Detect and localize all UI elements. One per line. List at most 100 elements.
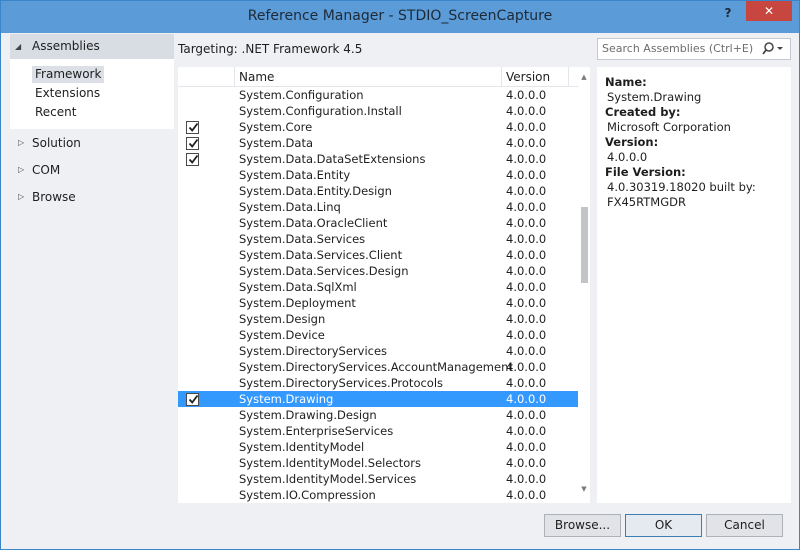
assembly-version: 4.0.0.0 — [506, 200, 547, 214]
table-row[interactable]: System.Data.Entity.Design 4.0.0.0 — [178, 183, 578, 199]
assembly-version: 4.0.0.0 — [506, 136, 547, 150]
reference-checkbox[interactable] — [186, 441, 199, 454]
reference-checkbox[interactable] — [186, 265, 199, 278]
nav-item-recent[interactable]: Recent — [32, 104, 79, 121]
assembly-version: 4.0.0.0 — [506, 376, 547, 390]
reference-checkbox[interactable] — [186, 201, 199, 214]
table-row[interactable]: System.Drawing.Design 4.0.0.0 — [178, 407, 578, 423]
nav-item-framework[interactable]: Framework — [32, 66, 105, 83]
nav-item-solution[interactable]: ▷ Solution — [10, 133, 174, 153]
assembly-version: 4.0.0.0 — [506, 104, 547, 118]
table-row[interactable]: System.Deployment 4.0.0.0 — [178, 295, 578, 311]
column-header-name[interactable]: Name — [235, 67, 501, 87]
table-row[interactable]: System.Configuration.Install 4.0.0.0 — [178, 103, 578, 119]
reference-checkbox[interactable] — [186, 185, 199, 198]
assembly-name: System.Device — [239, 328, 325, 342]
table-row[interactable]: System.Data.Linq 4.0.0.0 — [178, 199, 578, 215]
table-row[interactable]: System.Core 4.0.0.0 — [178, 119, 578, 135]
search-assemblies-input[interactable]: Search Assemblies (Ctrl+E) — [597, 38, 791, 60]
table-row[interactable]: System.Data.OracleClient 4.0.0.0 — [178, 215, 578, 231]
scrollbar-thumb[interactable] — [581, 207, 588, 283]
reference-checkbox[interactable] — [186, 425, 199, 438]
reference-checkbox[interactable] — [186, 393, 199, 406]
assembly-name: System.Drawing.Design — [239, 408, 377, 422]
reference-checkbox[interactable] — [186, 297, 199, 310]
expand-triangle-icon: ▷ — [18, 138, 25, 147]
nav-item-extensions[interactable]: Extensions — [32, 85, 103, 102]
assembly-name: System.Data.Services.Design — [239, 264, 409, 278]
nav-item-assemblies[interactable]: ◢ Assemblies — [10, 34, 174, 59]
table-row[interactable]: System.Data.SqlXml 4.0.0.0 — [178, 279, 578, 295]
reference-checkbox[interactable] — [186, 409, 199, 422]
table-row[interactable]: System.IdentityModel.Selectors 4.0.0.0 — [178, 455, 578, 471]
cancel-button[interactable]: Cancel — [706, 514, 783, 537]
table-row[interactable]: System.Drawing 4.0.0.0 — [178, 391, 578, 407]
table-row[interactable]: System.Data 4.0.0.0 — [178, 135, 578, 151]
table-row[interactable]: System.IdentityModel.Services 4.0.0.0 — [178, 471, 578, 487]
scroll-up-arrow-icon[interactable]: ▲ — [580, 73, 588, 81]
assembly-version: 4.0.0.0 — [506, 248, 547, 262]
reference-checkbox[interactable] — [186, 217, 199, 230]
close-button[interactable]: ✕ — [746, 1, 792, 21]
left-navigation: ◢ Assemblies Framework Extensions Recent… — [10, 33, 174, 504]
table-body: System.Configuration 4.0.0.0 System.Config… — [178, 87, 578, 503]
assembly-name: System.Data.OracleClient — [239, 216, 388, 230]
reference-checkbox[interactable] — [186, 137, 199, 150]
table-row[interactable]: System.Configuration 4.0.0.0 — [178, 87, 578, 103]
reference-checkbox[interactable] — [186, 169, 199, 182]
reference-checkbox[interactable] — [186, 105, 199, 118]
table-row[interactable]: System.EnterpriseServices 4.0.0.0 — [178, 423, 578, 439]
nav-item-solution-label: Solution — [32, 136, 81, 150]
reference-checkbox[interactable] — [186, 89, 199, 102]
table-row[interactable]: System.Device 4.0.0.0 — [178, 327, 578, 343]
reference-checkbox[interactable] — [186, 345, 199, 358]
table-row[interactable]: System.DirectoryServices 4.0.0.0 — [178, 343, 578, 359]
reference-checkbox[interactable] — [186, 153, 199, 166]
table-row[interactable]: System.DirectoryServices.AccountManageme… — [178, 359, 578, 375]
reference-checkbox[interactable] — [186, 457, 199, 470]
table-row[interactable]: System.Data.Services.Client 4.0.0.0 — [178, 247, 578, 263]
nav-item-com[interactable]: ▷ COM — [10, 160, 174, 180]
column-header-version[interactable]: Version — [502, 67, 568, 87]
table-row[interactable]: System.DirectoryServices.Protocols 4.0.0.… — [178, 375, 578, 391]
reference-checkbox[interactable] — [186, 249, 199, 262]
help-button[interactable]: ? — [720, 5, 736, 21]
reference-checkbox[interactable] — [186, 377, 199, 390]
assembly-version: 4.0.0.0 — [506, 424, 547, 438]
title-bar[interactable]: Reference Manager - STDIO_ScreenCapture … — [1, 1, 799, 33]
detail-file-version-value: 4.0.30319.18020 built by: — [607, 180, 756, 194]
reference-checkbox[interactable] — [186, 361, 199, 374]
detail-created-value: Microsoft Corporation — [607, 120, 731, 134]
reference-checkbox[interactable] — [186, 281, 199, 294]
scroll-down-arrow-icon[interactable]: ▼ — [580, 485, 588, 493]
nav-item-browse[interactable]: ▷ Browse — [10, 187, 174, 207]
reference-checkbox[interactable] — [186, 473, 199, 486]
vertical-scrollbar[interactable]: ▲ ▼ — [578, 67, 590, 503]
browse-button[interactable]: Browse... — [544, 514, 621, 537]
nav-item-assemblies-label: Assemblies — [32, 39, 100, 53]
assembly-name: System.IO.Compression — [239, 488, 376, 502]
assembly-name: System.Design — [239, 312, 326, 326]
reference-checkbox[interactable] — [186, 489, 199, 502]
assembly-version: 4.0.0.0 — [506, 168, 547, 182]
collapse-triangle-icon: ◢ — [15, 42, 22, 51]
reference-checkbox[interactable] — [186, 329, 199, 342]
ok-button[interactable]: OK — [625, 514, 702, 537]
table-row[interactable]: System.Design 4.0.0.0 — [178, 311, 578, 327]
table-row[interactable]: System.Data.Services.Design 4.0.0.0 — [178, 263, 578, 279]
assemblies-subpanel: Framework Extensions Recent — [10, 59, 174, 129]
search-icon[interactable] — [761, 41, 787, 57]
assembly-name: System.IdentityModel — [239, 440, 365, 454]
table-row[interactable]: System.IdentityModel 4.0.0.0 — [178, 439, 578, 455]
reference-checkbox[interactable] — [186, 313, 199, 326]
assembly-name: System.Deployment — [239, 296, 356, 310]
assembly-name: System.Configuration — [239, 88, 364, 102]
table-row[interactable]: System.Data.Entity 4.0.0.0 — [178, 167, 578, 183]
reference-checkbox[interactable] — [186, 233, 199, 246]
table-row[interactable]: System.IO.Compression 4.0.0.0 — [178, 487, 578, 503]
table-row[interactable]: System.Data.Services 4.0.0.0 — [178, 231, 578, 247]
assembly-version: 4.0.0.0 — [506, 472, 547, 486]
detail-name-label: Name: — [605, 75, 647, 89]
reference-checkbox[interactable] — [186, 121, 199, 134]
table-row[interactable]: System.Data.DataSetExtensions 4.0.0.0 — [178, 151, 578, 167]
